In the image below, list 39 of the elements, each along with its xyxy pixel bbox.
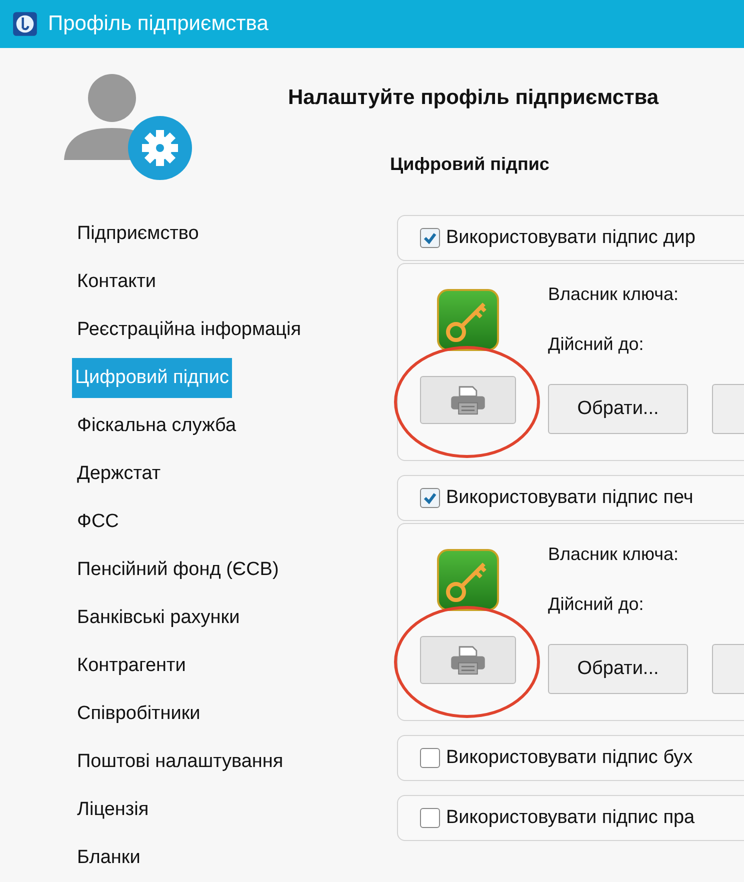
print-button[interactable] xyxy=(420,636,516,684)
checkmark-icon xyxy=(422,230,438,246)
key-owner-label: Власник ключа: xyxy=(548,544,680,566)
sidebar-item[interactable]: Пенсійний фонд (ЄСВ) xyxy=(74,550,282,598)
sidebar-item[interactable]: Бланки xyxy=(74,838,144,882)
sidebar-item[interactable]: Співробітники xyxy=(74,694,204,742)
checkbox[interactable] xyxy=(420,228,440,248)
sidebar-item[interactable]: Підприємство xyxy=(74,214,202,262)
key-icon xyxy=(436,288,500,352)
sidebar-item[interactable]: Фіскальна служба xyxy=(74,406,240,454)
printer-icon xyxy=(449,645,487,675)
sidebar-item[interactable]: Держстат xyxy=(74,454,164,502)
checkbox-label: Використовувати підпис дир xyxy=(446,227,696,249)
sidebar-item[interactable]: Контрагенти xyxy=(74,646,189,694)
sidebar-item[interactable]: Банківські рахунки xyxy=(74,598,243,646)
sidebar-item[interactable]: Контакти xyxy=(74,262,160,310)
checkbox[interactable] xyxy=(420,748,440,768)
sidebar-item[interactable]: Реєстраційна інформація xyxy=(74,310,304,358)
print-button[interactable] xyxy=(420,376,516,424)
choose-button[interactable]: Обрати... xyxy=(548,644,688,694)
printer-icon xyxy=(449,385,487,415)
key-owner-label: Власник ключа: xyxy=(548,284,680,306)
choose-button[interactable]: Обрати... xyxy=(548,384,688,434)
checkbox-label: Використовувати підпис бух xyxy=(446,747,693,769)
sidebar-item[interactable]: Поштові налаштування xyxy=(74,742,286,790)
app-logo-icon xyxy=(12,11,38,37)
checkbox[interactable] xyxy=(420,808,440,828)
key-icon xyxy=(436,548,500,612)
sidebar-item[interactable]: ФСС xyxy=(74,502,122,550)
checkbox-label: Використовувати підпис пра xyxy=(446,807,695,829)
valid-until-label: Дійсний до: xyxy=(548,334,645,356)
page-heading: Налаштуйте профіль підприємства xyxy=(288,86,660,110)
checkbox-label: Використовувати підпис печ xyxy=(446,487,694,509)
window-title: Профіль підприємства xyxy=(48,12,268,36)
valid-until-label: Дійсний до: xyxy=(548,594,645,616)
checkbox[interactable] xyxy=(420,488,440,508)
section-title: Цифровий підпис xyxy=(390,154,550,175)
checkmark-icon xyxy=(422,490,438,506)
sidebar-item[interactable]: Ліцензія xyxy=(74,790,152,838)
